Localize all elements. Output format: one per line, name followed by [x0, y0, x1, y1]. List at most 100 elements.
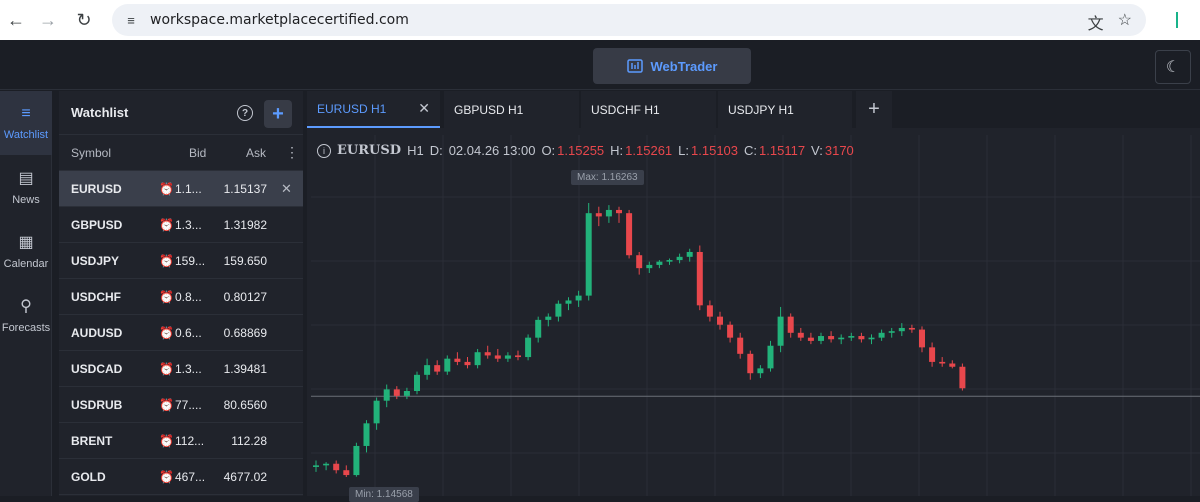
- close-tab-icon[interactable]: ✕: [418, 100, 430, 117]
- reload-icon[interactable]: ↻: [70, 6, 98, 34]
- browser-toolbar: ← → ↻ ≡ workspace.marketplacecertified.c…: [0, 0, 1200, 40]
- webtrader-label: WebTrader: [650, 58, 718, 74]
- forward-icon[interactable]: →: [34, 6, 62, 34]
- info-icon[interactable]: i: [317, 143, 331, 158]
- tab-usdchf[interactable]: USDCHF H1: [581, 91, 716, 128]
- candle-body: [373, 400, 380, 424]
- watchlist-row[interactable]: GBPUSD ⏰ 1.3... 1.31982: [59, 207, 303, 243]
- bookmark-star-icon[interactable]: ☆: [1118, 10, 1132, 34]
- candle-body: [949, 363, 956, 367]
- ohlc-close-label: C:: [744, 143, 758, 158]
- candle-body: [959, 366, 966, 389]
- watchlist-row[interactable]: USDCAD ⏰ 1.3... 1.39481: [59, 351, 303, 387]
- clock-icon: ⏰: [159, 181, 174, 196]
- back-icon[interactable]: ←: [2, 6, 30, 34]
- row-ask: 80.6560: [223, 397, 267, 412]
- chart-panel: EURUSD H1 ✕ GBPUSD H1 USDCHF H1 USDJPY H…: [307, 91, 1200, 502]
- column-ask[interactable]: Ask: [246, 146, 266, 160]
- ohlc-legend: i EURUSD H1 D: 02.04.26 13:00 O: 1.15255…: [317, 143, 854, 158]
- ohlc-date-label: D:: [429, 143, 443, 158]
- candle-body: [555, 303, 562, 317]
- candle-body: [414, 374, 420, 392]
- url-text[interactable]: workspace.marketplacecertified.com: [150, 12, 409, 28]
- translate-icon[interactable]: 文: [1088, 10, 1104, 34]
- add-symbol-button[interactable]: +: [264, 100, 292, 128]
- candle-body: [424, 365, 431, 375]
- theme-toggle-icon[interactable]: ☾: [1155, 50, 1191, 84]
- row-symbol: USDCHF: [71, 289, 121, 304]
- candle-body: [575, 295, 582, 301]
- more-options-icon[interactable]: ⋮: [285, 144, 299, 161]
- nav-forecasts-label: Forecasts: [1, 322, 51, 334]
- candle-body: [515, 355, 521, 358]
- ohlc-open-label: O:: [541, 143, 556, 158]
- candle-body: [383, 389, 390, 401]
- clock-icon: ⏰: [159, 433, 174, 448]
- nav-forecasts[interactable]: ⚲ Forecasts: [0, 283, 52, 347]
- ohlc-open: 1.15255: [557, 143, 605, 158]
- nav-news[interactable]: ▤ News: [0, 155, 52, 219]
- candle-body: [626, 213, 633, 256]
- candle-body: [838, 337, 845, 340]
- help-icon[interactable]: ?: [237, 105, 253, 121]
- nav-calendar-label: Calendar: [3, 258, 49, 270]
- candle-body: [706, 305, 713, 317]
- nav-calendar[interactable]: ▦ Calendar: [0, 219, 52, 283]
- row-ask: 112.28: [231, 433, 267, 448]
- candle-body: [484, 352, 491, 356]
- row-bid: 112...: [175, 433, 205, 448]
- candle-body: [757, 368, 764, 374]
- watchlist-row[interactable]: AUDUSD ⏰ 0.6... 0.68869: [59, 315, 303, 351]
- tab-label: USDCHF H1: [591, 102, 660, 117]
- tab-label: GBPUSD H1: [454, 102, 524, 117]
- clock-icon: ⏰: [159, 217, 174, 232]
- row-ask: 4677.02: [223, 469, 267, 484]
- extension-icon[interactable]: [1176, 12, 1182, 28]
- clock-icon: ⏰: [159, 361, 174, 376]
- webtrader-button[interactable]: WebTrader: [593, 48, 751, 84]
- site-settings-icon[interactable]: ≡: [120, 9, 142, 31]
- watchlist-row[interactable]: USDCHF ⏰ 0.8... 0.80127: [59, 279, 303, 315]
- candle-body: [727, 324, 734, 338]
- watchlist-row[interactable]: USDJPY ⏰ 159... 159.650: [59, 243, 303, 279]
- row-ask: 1.39481: [223, 361, 267, 376]
- tab-gbpusd[interactable]: GBPUSD H1: [444, 91, 579, 128]
- candle-body: [616, 209, 622, 214]
- ohlc-symbol: EURUSD: [337, 143, 402, 158]
- candle-body: [898, 327, 905, 332]
- candle-body: [828, 336, 835, 340]
- candle-body: [353, 445, 360, 476]
- column-bid[interactable]: Bid: [189, 146, 206, 160]
- candle-body: [919, 329, 925, 348]
- ohlc-timeframe: H1: [407, 143, 424, 158]
- watchlist-row[interactable]: EURUSD ⏰ 1.1... 1.15137 ✕: [59, 171, 303, 207]
- candle-body: [818, 336, 824, 341]
- candle-body: [474, 352, 481, 366]
- remove-symbol-icon[interactable]: ✕: [281, 181, 292, 197]
- candle-body: [717, 316, 723, 325]
- candle-body: [777, 316, 784, 346]
- row-ask: 1.31982: [223, 217, 267, 232]
- candle-body: [565, 300, 572, 304]
- watchlist-row[interactable]: GOLD ⏰ 467... 4677.02: [59, 459, 303, 495]
- candle-body: [333, 463, 340, 471]
- watchlist-row[interactable]: BRENT ⏰ 112... 112.28: [59, 423, 303, 459]
- candle-body: [787, 316, 794, 333]
- clock-icon: ⏰: [159, 325, 174, 340]
- candle-body: [747, 353, 754, 374]
- chart-tabs: EURUSD H1 ✕ GBPUSD H1 USDCHF H1 USDJPY H…: [307, 91, 1200, 128]
- nav-watchlist[interactable]: ≡ Watchlist: [0, 91, 52, 155]
- watchlist-row[interactable]: USDRUB ⏰ 77.... 80.6560: [59, 387, 303, 423]
- tab-eurusd[interactable]: EURUSD H1 ✕: [307, 91, 440, 128]
- tab-usdjpy[interactable]: USDJPY H1: [718, 91, 852, 128]
- ohlc-low-label: L:: [678, 143, 690, 158]
- candle-body: [646, 264, 653, 269]
- column-symbol[interactable]: Symbol: [71, 146, 111, 160]
- address-bar[interactable]: ≡ workspace.marketplacecertified.com 文 ☆: [112, 4, 1146, 36]
- ohlc-date: 02.04.26 13:00: [448, 143, 536, 158]
- row-ask: 0.68869: [223, 325, 267, 340]
- add-tab-button[interactable]: +: [856, 91, 892, 128]
- row-symbol: GOLD: [71, 469, 106, 484]
- news-icon: ▤: [18, 170, 34, 187]
- min-price-label: Min: 1.14568: [349, 487, 419, 502]
